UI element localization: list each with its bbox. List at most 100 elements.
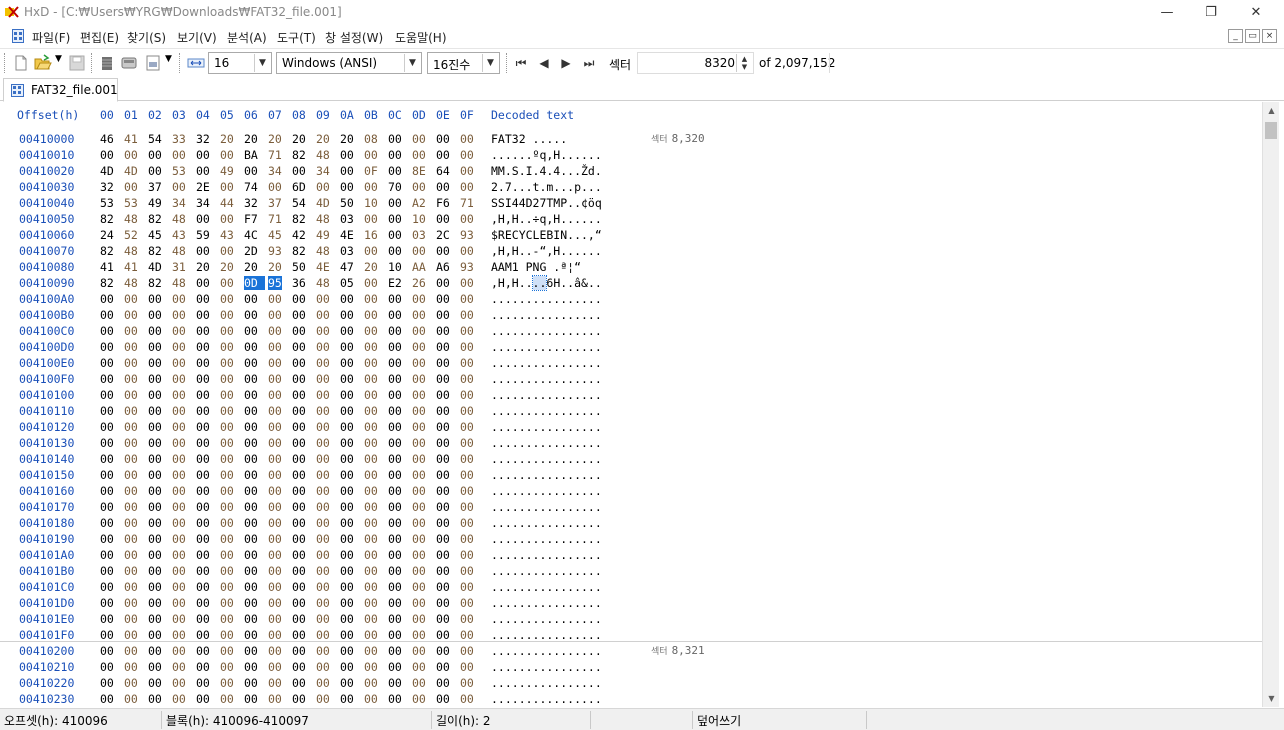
hex-byte[interactable]: 64 bbox=[436, 164, 450, 178]
hex-byte[interactable]: 00 bbox=[316, 356, 330, 370]
hex-byte[interactable]: 00 bbox=[100, 324, 114, 338]
hex-byte[interactable]: 00 bbox=[196, 644, 210, 658]
hex-byte[interactable]: 00 bbox=[460, 164, 474, 178]
hex-byte[interactable]: 00 bbox=[436, 420, 450, 434]
decoded-text[interactable]: ................ bbox=[491, 340, 602, 354]
hex-byte[interactable]: 00 bbox=[172, 436, 186, 450]
hex-byte[interactable]: 49 bbox=[148, 196, 162, 210]
hex-byte[interactable]: 00 bbox=[364, 372, 378, 386]
hex-byte[interactable]: 00 bbox=[244, 500, 258, 514]
hex-byte[interactable]: 00 bbox=[148, 388, 162, 402]
hex-byte[interactable]: 00 bbox=[364, 180, 378, 194]
hex-byte[interactable]: 93 bbox=[460, 260, 474, 274]
hex-byte[interactable]: 00 bbox=[388, 516, 402, 530]
hex-byte[interactable]: 45 bbox=[148, 228, 162, 242]
hex-byte[interactable]: 00 bbox=[172, 452, 186, 466]
hex-byte[interactable]: 24 bbox=[100, 228, 114, 242]
hex-byte[interactable]: 20 bbox=[316, 132, 330, 146]
hex-byte[interactable]: 00 bbox=[100, 580, 114, 594]
hex-byte[interactable]: 00 bbox=[148, 308, 162, 322]
hex-byte[interactable]: 00 bbox=[340, 356, 354, 370]
hex-byte[interactable]: 00 bbox=[172, 324, 186, 338]
hex-byte[interactable]: 00 bbox=[388, 500, 402, 514]
hex-byte[interactable]: 00 bbox=[292, 308, 306, 322]
hex-byte[interactable]: 00 bbox=[172, 292, 186, 306]
hex-byte[interactable]: 00 bbox=[124, 436, 138, 450]
hex-byte[interactable]: 00 bbox=[292, 356, 306, 370]
decoded-text[interactable]: ................ bbox=[491, 404, 602, 418]
hex-row[interactable]: 004101A0 00 00 00 00 00 00 00 00 00 00 00 00 00 00 00 00… bbox=[0, 548, 1262, 564]
decoded-text[interactable]: ‚H‚H..÷q‚H...... bbox=[491, 212, 602, 226]
hex-byte[interactable]: 00 bbox=[412, 180, 426, 194]
hex-byte[interactable]: 00 bbox=[460, 356, 474, 370]
hex-byte[interactable]: E2 bbox=[388, 276, 402, 290]
hex-byte[interactable]: 00 bbox=[436, 276, 450, 290]
hex-byte[interactable]: 00 bbox=[340, 516, 354, 530]
hex-byte[interactable]: 00 bbox=[148, 468, 162, 482]
hex-byte[interactable]: 00 bbox=[268, 292, 282, 306]
hex-byte[interactable]: 4D bbox=[124, 164, 138, 178]
hex-byte[interactable]: 00 bbox=[220, 436, 234, 450]
hex-byte[interactable]: 00 bbox=[220, 644, 234, 658]
hex-byte[interactable]: 00 bbox=[268, 532, 282, 546]
hex-byte[interactable]: 00 bbox=[460, 276, 474, 290]
menu-tools[interactable]: 도구(T) bbox=[277, 29, 316, 46]
decoded-text[interactable]: FAT32 ..... bbox=[491, 132, 567, 146]
hex-byte[interactable]: 00 bbox=[268, 612, 282, 626]
hex-byte[interactable]: 00 bbox=[316, 404, 330, 418]
hex-byte[interactable]: 00 bbox=[460, 244, 474, 258]
hex-byte[interactable]: 00 bbox=[196, 612, 210, 626]
hex-byte[interactable]: 00 bbox=[340, 612, 354, 626]
hex-byte[interactable]: 00 bbox=[460, 180, 474, 194]
hex-byte[interactable]: 00 bbox=[124, 484, 138, 498]
hex-byte[interactable]: BA bbox=[244, 148, 258, 162]
hex-byte[interactable]: 00 bbox=[124, 532, 138, 546]
hex-byte[interactable]: 00 bbox=[292, 564, 306, 578]
hex-byte[interactable]: 00 bbox=[220, 596, 234, 610]
hex-byte[interactable]: 00 bbox=[460, 212, 474, 226]
hex-byte[interactable]: 00 bbox=[316, 180, 330, 194]
hex-byte[interactable]: 00 bbox=[340, 148, 354, 162]
hex-byte[interactable]: 31 bbox=[172, 260, 186, 274]
hex-byte[interactable]: 0F bbox=[364, 164, 378, 178]
hex-byte[interactable]: 49 bbox=[220, 164, 234, 178]
hex-byte[interactable]: 00 bbox=[316, 580, 330, 594]
hex-byte[interactable]: 00 bbox=[388, 148, 402, 162]
hex-byte[interactable]: 20 bbox=[292, 132, 306, 146]
decoded-text[interactable]: ................ bbox=[491, 484, 602, 498]
hex-byte[interactable]: 48 bbox=[124, 244, 138, 258]
hex-byte[interactable]: 74 bbox=[244, 180, 258, 194]
hex-byte[interactable]: 00 bbox=[196, 660, 210, 674]
hex-byte[interactable]: 00 bbox=[268, 468, 282, 482]
hex-byte[interactable]: 00 bbox=[100, 564, 114, 578]
hex-byte[interactable]: 00 bbox=[412, 356, 426, 370]
hex-byte[interactable]: 00 bbox=[316, 500, 330, 514]
decoded-text[interactable]: MM.S.I.4.4...Žd. bbox=[491, 164, 602, 178]
hex-byte[interactable]: 00 bbox=[148, 404, 162, 418]
hex-byte[interactable]: 00 bbox=[364, 420, 378, 434]
hex-byte[interactable]: 41 bbox=[124, 260, 138, 274]
hex-byte[interactable]: 00 bbox=[148, 516, 162, 530]
hex-byte[interactable]: 20 bbox=[220, 260, 234, 274]
hex-byte[interactable]: 00 bbox=[220, 356, 234, 370]
hex-byte[interactable]: 00 bbox=[244, 356, 258, 370]
hex-byte[interactable]: 00 bbox=[172, 660, 186, 674]
hex-byte[interactable]: 00 bbox=[436, 132, 450, 146]
hex-byte[interactable]: 00 bbox=[196, 548, 210, 562]
image-icon[interactable] bbox=[144, 54, 162, 72]
hex-byte[interactable]: 00 bbox=[196, 292, 210, 306]
hex-byte[interactable]: 00 bbox=[460, 484, 474, 498]
hex-byte[interactable]: 82 bbox=[100, 276, 114, 290]
hex-byte[interactable]: 00 bbox=[196, 244, 210, 258]
hex-byte[interactable]: 00 bbox=[244, 532, 258, 546]
hex-row[interactable]: 00410070 82 48 82 48 00 00 2D 93 82 48 03 00 00 00 00 00… bbox=[0, 244, 1262, 260]
hex-byte[interactable]: 00 bbox=[244, 676, 258, 690]
hex-byte[interactable]: 20 bbox=[244, 260, 258, 274]
hex-byte[interactable]: 00 bbox=[196, 420, 210, 434]
hex-row[interactable]: 00410050 82 48 82 48 00 00 F7 71 82 48 03 00 00 10 00 00… bbox=[0, 212, 1262, 228]
hex-row[interactable]: 00410210 00 00 00 00 00 00 00 00 00 00 00 00 00 00 00 00… bbox=[0, 660, 1262, 676]
hex-byte[interactable]: 00 bbox=[124, 180, 138, 194]
hex-row[interactable]: 004101B0 00 00 00 00 00 00 00 00 00 00 00 00 00 00 00 00… bbox=[0, 564, 1262, 580]
hex-byte[interactable]: 00 bbox=[340, 180, 354, 194]
hex-byte[interactable]: 00 bbox=[364, 436, 378, 450]
